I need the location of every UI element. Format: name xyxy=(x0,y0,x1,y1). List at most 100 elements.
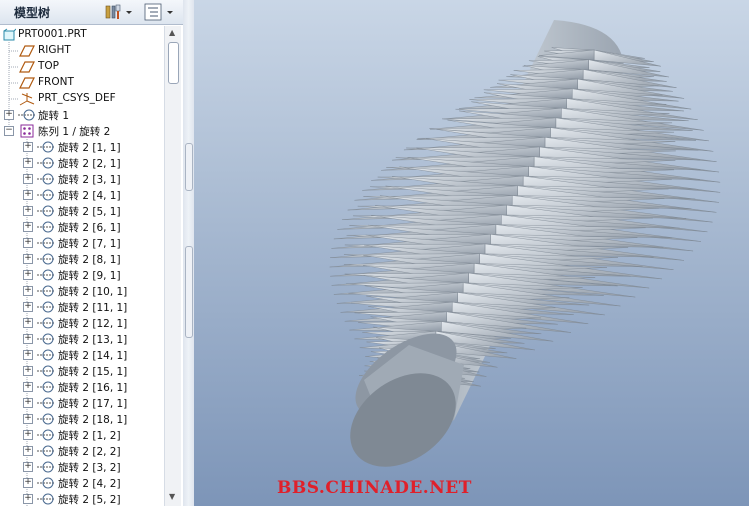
coordinate-system-icon xyxy=(19,93,35,106)
resize-handle[interactable] xyxy=(185,246,193,338)
pattern-member-label: 旋转 2 [1, 2] xyxy=(58,430,121,442)
tree-item-pattern-member[interactable]: + 旋转 2 [3, 2] xyxy=(0,459,164,475)
expand-icon[interactable]: + xyxy=(23,478,33,488)
tree-item-pattern-member[interactable]: + 旋转 2 [12, 1] xyxy=(0,315,164,331)
expand-icon[interactable]: + xyxy=(23,366,33,376)
tree-item-pattern-member[interactable]: + 旋转 2 [4, 2] xyxy=(0,475,164,491)
pattern-member-label: 旋转 2 [2, 1] xyxy=(58,158,121,170)
pattern-member-label: 旋转 2 [1, 1] xyxy=(58,142,121,154)
expand-icon[interactable]: + xyxy=(23,494,33,504)
revolve-icon xyxy=(37,381,55,393)
tree-item-pattern-member[interactable]: + 旋转 2 [2, 1] xyxy=(0,155,164,171)
tree-item-pattern-member[interactable]: + 旋转 2 [2, 2] xyxy=(0,443,164,459)
tree-item-pattern-member[interactable]: + 旋转 2 [13, 1] xyxy=(0,331,164,347)
expand-icon[interactable]: + xyxy=(23,238,33,248)
revolve-icon xyxy=(37,189,55,201)
expand-icon[interactable]: + xyxy=(23,414,33,424)
tree-item-pattern-member[interactable]: + 旋转 2 [6, 1] xyxy=(0,219,164,235)
expand-icon[interactable]: + xyxy=(23,398,33,408)
tree-item-pattern-member[interactable]: + 旋转 2 [5, 2] xyxy=(0,491,164,506)
expand-icon[interactable]: + xyxy=(23,190,33,200)
model-tree-header: 模型树 xyxy=(0,0,183,25)
pattern-member-label: 旋转 2 [2, 2] xyxy=(58,446,121,458)
revolve-icon xyxy=(37,461,55,473)
spiked-cylinder-model[interactable] xyxy=(194,0,749,506)
revolve-icon xyxy=(37,445,55,457)
pattern-member-label: 旋转 2 [4, 2] xyxy=(58,478,121,490)
tree-view-icon xyxy=(144,3,173,21)
expand-icon[interactable]: + xyxy=(23,222,33,232)
revolve-icon xyxy=(37,333,55,345)
expand-icon[interactable]: + xyxy=(23,430,33,440)
expand-icon[interactable]: + xyxy=(23,446,33,456)
pattern-member-label: 旋转 2 [10, 1] xyxy=(58,286,128,298)
tree-item-pattern-member[interactable]: + 旋转 2 [11, 1] xyxy=(0,299,164,315)
tree-item-top-plane[interactable]: TOP xyxy=(0,59,164,75)
expand-icon[interactable]: + xyxy=(23,158,33,168)
tree-item-pattern-member[interactable]: + 旋转 2 [9, 1] xyxy=(0,267,164,283)
tree-item-pattern-member[interactable]: + 旋转 2 [14, 1] xyxy=(0,347,164,363)
revolve-icon xyxy=(37,301,55,313)
pattern-member-label: 旋转 2 [4, 1] xyxy=(58,190,121,202)
tree-item-pattern-member[interactable]: + 旋转 2 [17, 1] xyxy=(0,395,164,411)
tree-item-pattern-member[interactable]: + 旋转 2 [18, 1] xyxy=(0,411,164,427)
tree-item-csys[interactable]: PRT_CSYS_DEF xyxy=(0,91,164,107)
expand-icon[interactable]: + xyxy=(23,350,33,360)
tree-item-pattern-member[interactable]: + 旋转 2 [3, 1] xyxy=(0,171,164,187)
expand-icon[interactable]: + xyxy=(23,142,33,152)
csys-label: PRT_CSYS_DEF xyxy=(38,92,116,104)
revolve-icon xyxy=(37,269,55,281)
revolve-icon xyxy=(37,141,55,153)
datum-plane-icon xyxy=(19,61,35,73)
tree-item-pattern-member[interactable]: + 旋转 2 [1, 1] xyxy=(0,139,164,155)
tree-item-front-plane[interactable]: FRONT xyxy=(0,75,164,91)
revolve-icon xyxy=(37,253,55,265)
revolve-icon xyxy=(37,157,55,169)
revolve-icon xyxy=(37,349,55,361)
revolve-icon xyxy=(37,173,55,185)
tree-item-right-plane[interactable]: RIGHT xyxy=(0,43,164,59)
scroll-up-icon[interactable]: ▲ xyxy=(169,28,175,37)
scroll-down-icon[interactable]: ▼ xyxy=(169,492,175,501)
tree-item-pattern-member[interactable]: + 旋转 2 [10, 1] xyxy=(0,283,164,299)
datum-plane-icon xyxy=(19,77,35,89)
expand-icon[interactable]: + xyxy=(23,382,33,392)
revolve-icon xyxy=(18,109,36,121)
revolve-icon xyxy=(37,317,55,329)
view-dropdown-button[interactable] xyxy=(143,3,177,21)
tree-item-pattern-member[interactable]: + 旋转 2 [8, 1] xyxy=(0,251,164,267)
tree-scrollbar[interactable]: ▲ ▼ xyxy=(164,26,181,506)
tree-item-pattern-member[interactable]: + 旋转 2 [4, 1] xyxy=(0,187,164,203)
pattern-member-label: 旋转 2 [9, 1] xyxy=(58,270,121,282)
collapse-icon[interactable]: − xyxy=(4,126,14,136)
expand-icon[interactable]: + xyxy=(23,302,33,312)
panel-divider[interactable] xyxy=(183,0,194,506)
tree-item-pattern-member[interactable]: + 旋转 2 [15, 1] xyxy=(0,363,164,379)
collapse-handle[interactable] xyxy=(185,143,193,191)
expand-icon[interactable]: + xyxy=(23,318,33,328)
expand-icon[interactable]: + xyxy=(23,462,33,472)
tree-item-pattern-member[interactable]: + 旋转 2 [16, 1] xyxy=(0,379,164,395)
expand-icon[interactable]: + xyxy=(23,334,33,344)
pattern-member-label: 旋转 2 [3, 2] xyxy=(58,462,121,474)
expand-icon[interactable]: + xyxy=(23,254,33,264)
datum-plane-icon xyxy=(19,45,35,57)
tree-item-revolve-1[interactable]: + 旋转 1 xyxy=(0,107,164,123)
expand-icon[interactable]: + xyxy=(23,270,33,280)
tree-item-pattern-member[interactable]: + 旋转 2 [1, 2] xyxy=(0,427,164,443)
scrollbar-thumb[interactable] xyxy=(168,42,179,84)
tree-item-pattern[interactable]: − 陈列 1 / 旋转 2 xyxy=(0,123,164,139)
pattern-member-label: 旋转 2 [6, 1] xyxy=(58,222,121,234)
graphics-viewport[interactable] xyxy=(194,0,749,506)
settings-dropdown-button[interactable] xyxy=(104,3,134,21)
expand-icon[interactable]: + xyxy=(23,174,33,184)
expand-icon[interactable]: + xyxy=(23,286,33,296)
tree-item-pattern-member[interactable]: + 旋转 2 [7, 1] xyxy=(0,235,164,251)
tree-item-pattern-member[interactable]: + 旋转 2 [5, 1] xyxy=(0,203,164,219)
revolve-icon xyxy=(37,221,55,233)
expand-icon[interactable]: + xyxy=(23,206,33,216)
pattern-member-label: 旋转 2 [7, 1] xyxy=(58,238,121,250)
pattern-member-label: 旋转 2 [13, 1] xyxy=(58,334,128,346)
revolve-icon xyxy=(37,285,55,297)
expand-icon[interactable]: + xyxy=(4,110,14,120)
